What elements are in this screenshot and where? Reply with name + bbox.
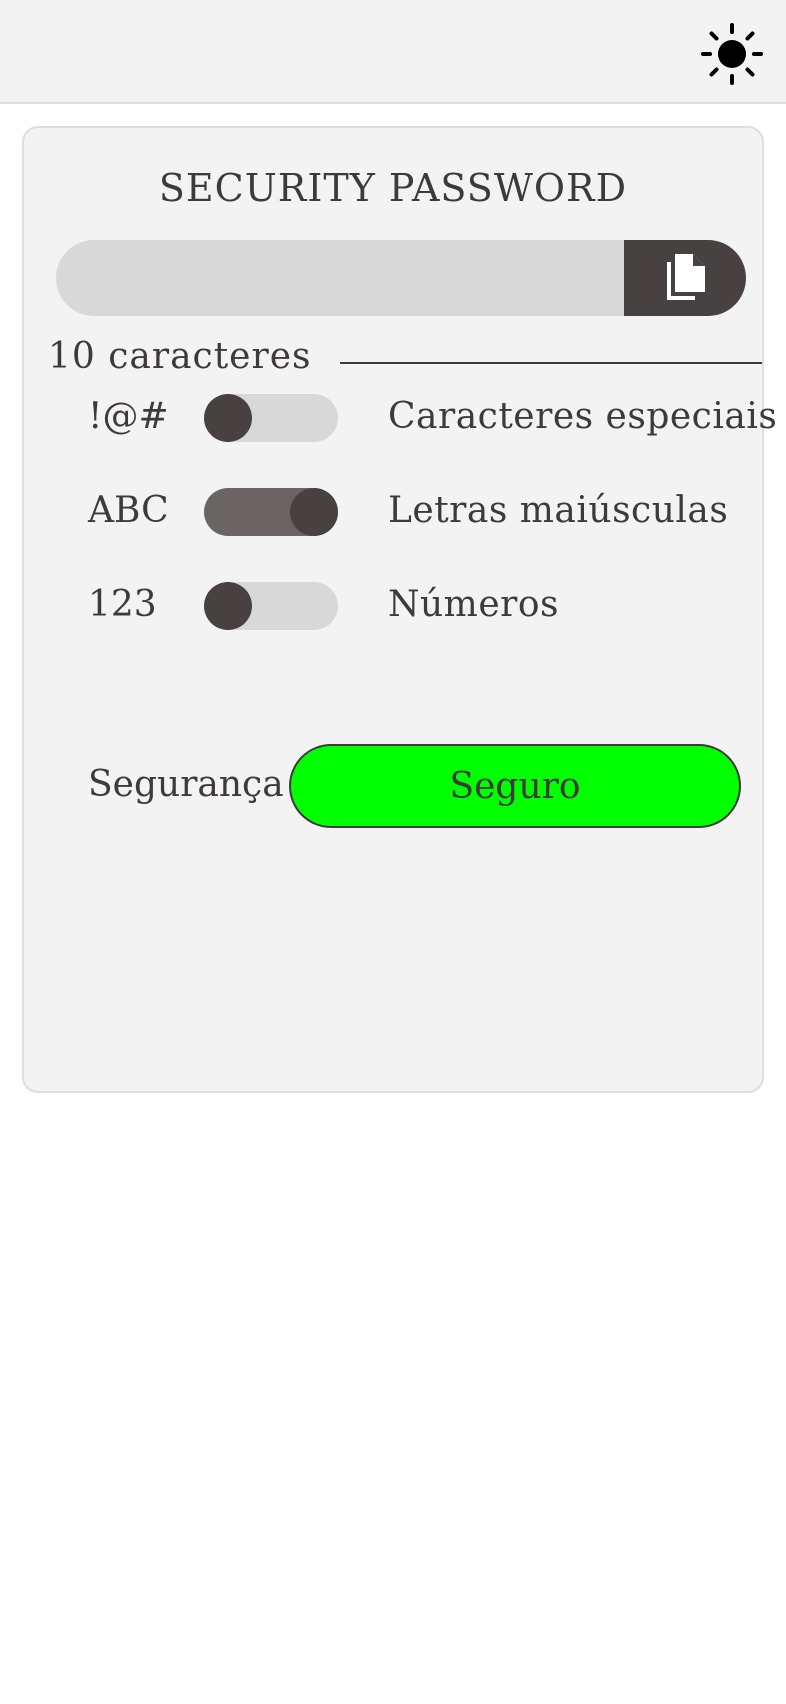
length-slider-track	[340, 362, 762, 364]
uppercase-letters-label: Letras maiúsculas	[388, 490, 729, 531]
toggle-knob	[204, 582, 252, 630]
security-label: Segurança	[88, 764, 284, 805]
uppercase-letters-toggle[interactable]	[204, 488, 338, 536]
numbers-symbol: 123	[88, 584, 157, 625]
toggle-knob	[204, 394, 252, 442]
theme-toggle-button[interactable]	[700, 22, 764, 86]
copy-password-button[interactable]	[624, 240, 746, 316]
special-characters-symbol: !@#	[88, 396, 169, 437]
uppercase-letters-symbol: ABC	[88, 490, 169, 531]
top-bar	[0, 0, 786, 104]
numbers-label: Números	[388, 584, 559, 625]
special-characters-label: Caracteres especiais	[388, 396, 778, 437]
password-output-field[interactable]	[56, 240, 636, 316]
copy-icon	[667, 254, 705, 300]
numbers-toggle[interactable]	[204, 582, 338, 630]
security-status-badge: Seguro	[289, 744, 741, 828]
option-numbers: 123 Números	[88, 582, 748, 632]
security-status-text: Seguro	[449, 765, 581, 807]
sun-icon	[701, 23, 763, 85]
length-label: 10 caracteres	[48, 336, 312, 377]
option-special-characters: !@# Caracteres especiais	[88, 394, 777, 444]
option-uppercase-letters: ABC Letras maiúsculas	[88, 488, 748, 538]
length-row: 10 caracteres	[48, 336, 762, 386]
length-slider[interactable]	[340, 351, 762, 375]
toggle-knob	[290, 488, 338, 536]
special-characters-toggle[interactable]	[204, 394, 338, 442]
card-title: SECURITY PASSWORD	[158, 166, 628, 210]
password-generator-card: SECURITY PASSWORD 10 caracteres !@# Cara…	[22, 126, 777, 1093]
